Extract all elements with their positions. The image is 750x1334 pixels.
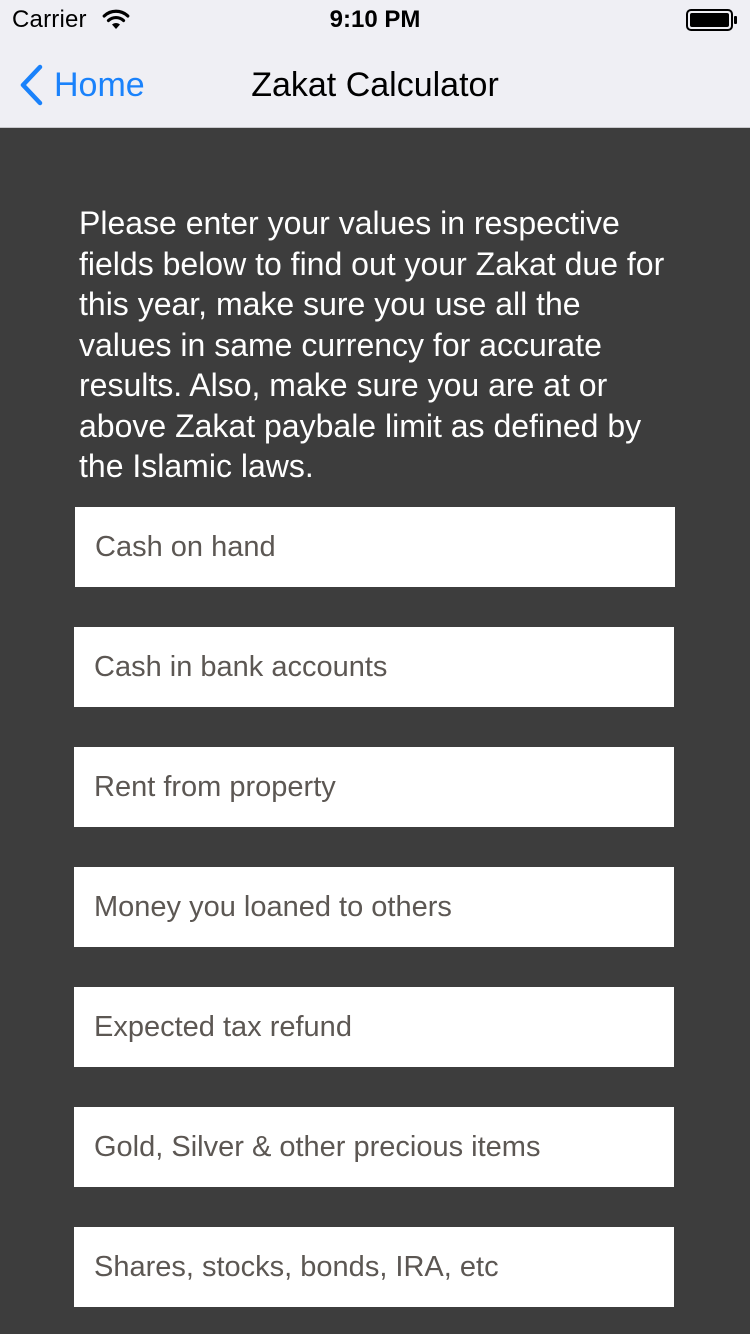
investments-field[interactable] (74, 1227, 674, 1307)
cash-on-hand-field[interactable] (75, 507, 675, 587)
battery-icon (686, 9, 737, 31)
clock: 9:10 PM (329, 6, 421, 33)
nav-bar: Home Zakat Calculator (0, 40, 750, 128)
money-loaned-field[interactable] (74, 867, 674, 947)
intro-text: Please enter your values in respective f… (79, 205, 665, 484)
tax-refund-field[interactable] (74, 987, 674, 1067)
status-bar: Carrier 9:10 PM (0, 0, 750, 40)
precious-items-field[interactable] (74, 1107, 674, 1187)
rent-from-property-field[interactable] (74, 747, 674, 827)
cash-in-bank-field[interactable] (74, 627, 674, 707)
page-title: Zakat Calculator (251, 66, 499, 104)
navigation-header: Carrier 9:10 PM Home Zakat Calculator (0, 0, 750, 128)
